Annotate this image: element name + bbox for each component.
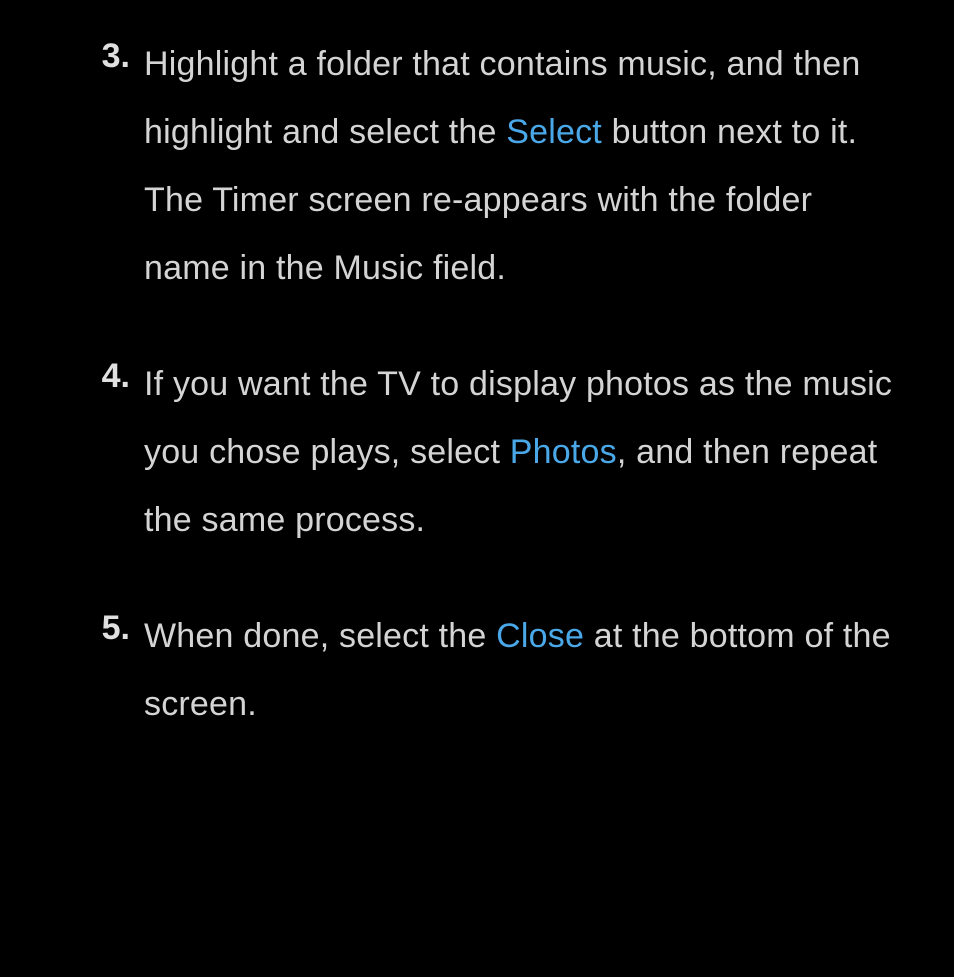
keyword-select: Select xyxy=(506,113,602,151)
step-5: 5. When done, select the Close at the bo… xyxy=(60,602,894,738)
step-3: 3. Highlight a folder that contains musi… xyxy=(60,30,894,302)
step-4: 4. If you want the TV to display photos … xyxy=(60,350,894,554)
step-text: When done, select the xyxy=(144,617,496,655)
keyword-close: Close xyxy=(496,617,584,655)
step-marker: 5. xyxy=(60,602,144,655)
step-body: If you want the TV to display photos as … xyxy=(144,350,894,554)
step-marker: 3. xyxy=(60,30,144,83)
instruction-page: 3. Highlight a folder that contains musi… xyxy=(0,0,954,816)
keyword-photos: Photos xyxy=(510,433,617,471)
step-body: Highlight a folder that contains music, … xyxy=(144,30,894,302)
step-body: When done, select the Close at the botto… xyxy=(144,602,894,738)
step-marker: 4. xyxy=(60,350,144,403)
